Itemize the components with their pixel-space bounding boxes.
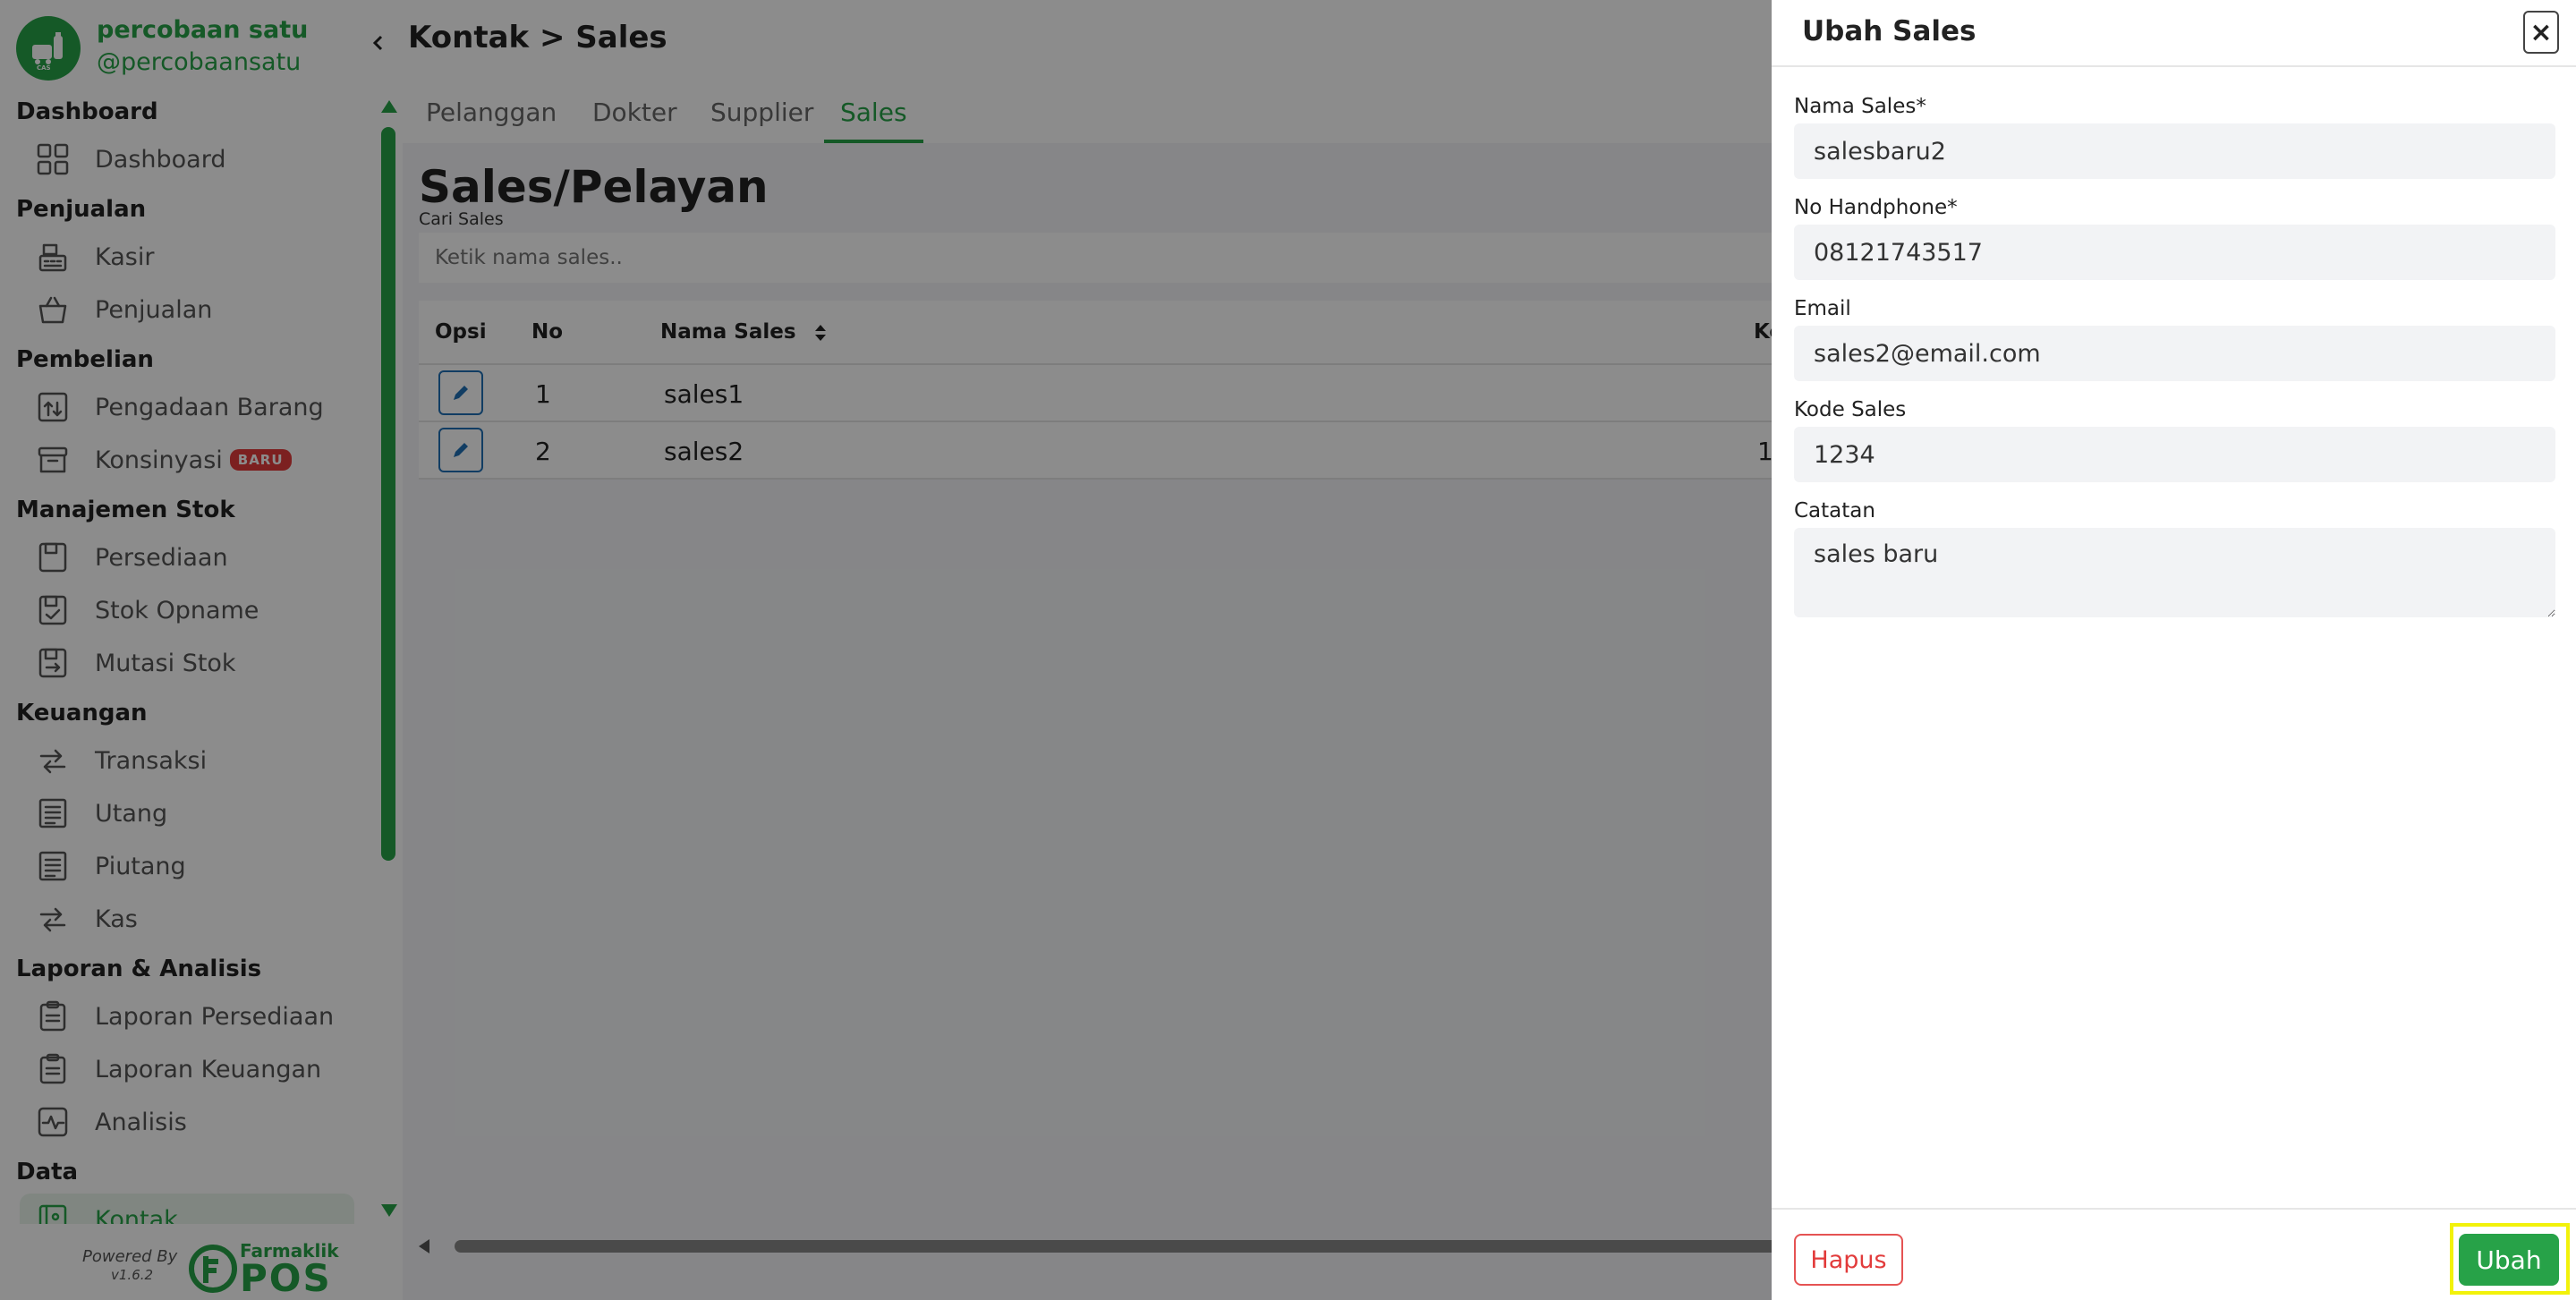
close-icon: ×: [2529, 16, 2553, 48]
code-field[interactable]: [1794, 427, 2555, 482]
drawer-title: Ubah Sales: [1802, 15, 1977, 47]
code-label: Kode Sales: [1794, 398, 1907, 421]
edit-sales-drawer: Ubah Sales × Nama Sales* No Handphone* E…: [1772, 0, 2576, 1300]
delete-button[interactable]: Hapus: [1794, 1234, 1903, 1286]
submit-button[interactable]: Ubah: [2459, 1234, 2559, 1286]
notes-label: Catatan: [1794, 499, 1875, 523]
name-field[interactable]: [1794, 123, 2555, 179]
email-label: Email: [1794, 297, 1851, 320]
phone-label: No Handphone*: [1794, 196, 1958, 219]
drawer-header: Ubah Sales ×: [1772, 0, 2576, 67]
name-label: Nama Sales*: [1794, 95, 1926, 118]
notes-field[interactable]: sales baru: [1794, 528, 2555, 617]
drawer-footer: Hapus Ubah: [1772, 1208, 2576, 1300]
phone-field[interactable]: [1794, 225, 2555, 280]
close-button[interactable]: ×: [2523, 11, 2559, 54]
email-field[interactable]: [1794, 326, 2555, 381]
